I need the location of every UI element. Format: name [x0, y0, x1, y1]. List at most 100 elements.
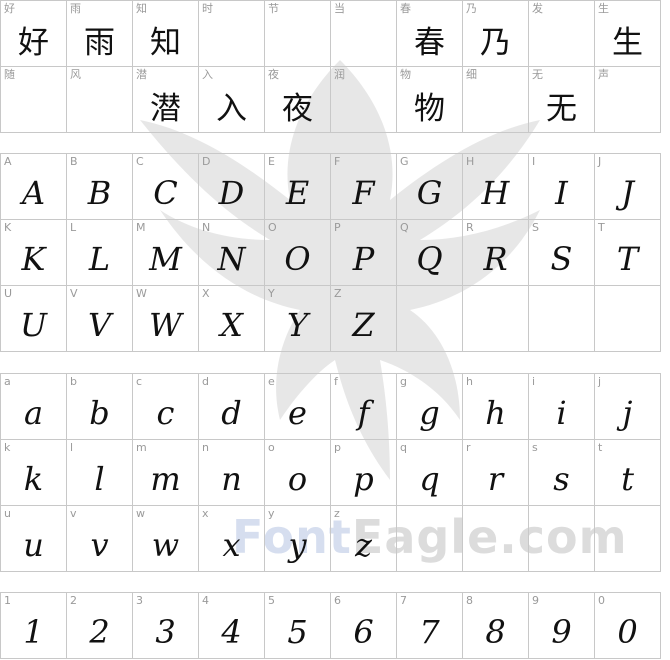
glyph-cell: ii [529, 374, 595, 440]
glyph-cell: 声 [595, 67, 661, 133]
glyph-sample: I [555, 173, 568, 212]
glyph-cell: jj [595, 374, 661, 440]
glyph-cell: 22 [67, 593, 133, 659]
glyph-sample: 生 [612, 25, 643, 61]
glyph-cell: ll [67, 440, 133, 506]
glyph-sample: 雨 [84, 25, 115, 61]
glyph-cell: 雨雨 [67, 1, 133, 67]
glyph-sample: s [553, 459, 570, 498]
glyph-cell: 55 [265, 593, 331, 659]
glyph-sample: b [89, 393, 110, 432]
glyph-sample: 春 [414, 25, 445, 61]
glyph-sample: r [487, 459, 504, 498]
glyph-sample: J [621, 173, 634, 212]
glyph-sample: x [222, 525, 241, 564]
glyph-cell: WW [133, 286, 199, 352]
glyph-cell [595, 506, 661, 572]
glyph-cell: 发 [529, 1, 595, 67]
glyph-sample: Z [352, 305, 375, 344]
glyph-cell: ww [133, 506, 199, 572]
glyph-cell [529, 286, 595, 352]
glyph-cell: rr [463, 440, 529, 506]
glyph-sample: y [288, 525, 307, 564]
section-chinese-grid: 好好雨雨知知时节当春春乃乃发生生随风潜潜入入夜夜润物物细无无声 [0, 0, 661, 133]
glyph-sample: i [556, 393, 567, 432]
glyph-sample: n [221, 459, 242, 498]
glyph-cell: bb [67, 374, 133, 440]
glyph-cell: CC [133, 154, 199, 220]
glyph-sample: g [419, 393, 440, 432]
glyph-cell: YY [265, 286, 331, 352]
glyph-sample: S [550, 239, 573, 278]
glyph-sample: Y [286, 305, 309, 344]
glyph-cell: 时 [199, 1, 265, 67]
glyph-cell [529, 506, 595, 572]
glyph-sample: D [218, 173, 245, 212]
glyph-sample: k [23, 459, 44, 498]
glyph-sample [595, 79, 660, 132]
section-digits-grid: 11223344556677889900 [0, 592, 661, 659]
glyph-cell: 33 [133, 593, 199, 659]
glyph-cell: uu [1, 506, 67, 572]
glyph-sample: T [616, 239, 639, 278]
glyph-sample: d [221, 393, 242, 432]
glyph-cell: kk [1, 440, 67, 506]
glyph-cell: 44 [199, 593, 265, 659]
glyph-sample: A [21, 173, 46, 212]
glyph-sample: 无 [546, 91, 577, 127]
glyph-sample [397, 518, 462, 571]
glyph-sample: Q [416, 239, 443, 278]
section-lowercase-grid: aabbccddeeffgghhiijj kkllmmnnooppqqrrsstt… [0, 373, 661, 572]
glyph-cell: 潜潜 [133, 67, 199, 133]
glyph-cell: 好好 [1, 1, 67, 67]
glyph-cell: MM [133, 220, 199, 286]
glyph-cell: LL [67, 220, 133, 286]
glyph-sample [529, 13, 594, 66]
glyph-sample: l [94, 459, 105, 498]
glyph-cell: 生生 [595, 1, 661, 67]
glyph-sample: 5 [287, 612, 308, 651]
glyph-cell: hh [463, 374, 529, 440]
glyph-sample: U [20, 305, 47, 344]
glyph-cell: ee [265, 374, 331, 440]
glyph-sample: z [355, 525, 372, 564]
glyph-cell: 知知 [133, 1, 199, 67]
glyph-cell [397, 506, 463, 572]
glyph-cell: 节 [265, 1, 331, 67]
glyph-cell: JJ [595, 154, 661, 220]
glyph-cell: 当 [331, 1, 397, 67]
glyph-sample: R [483, 239, 508, 278]
glyph-cell: FF [331, 154, 397, 220]
glyph-sample: W [149, 305, 182, 344]
section-uppercase-grid: AABBCCDDEEFFGGHHIIJJKKLLMMNNOOPPQQRRSSTT… [0, 153, 661, 352]
glyph-cell: PP [331, 220, 397, 286]
glyph-sample: L [88, 239, 111, 278]
glyph-sample: 0 [617, 612, 638, 651]
glyph-sample: q [419, 459, 440, 498]
glyph-cell: EE [265, 154, 331, 220]
glyph-cell: 66 [331, 593, 397, 659]
glyph-sample: a [23, 393, 44, 432]
glyph-sample: f [357, 393, 370, 432]
glyph-sample: j [622, 393, 633, 432]
glyph-sample [331, 13, 396, 66]
glyph-cell: vv [67, 506, 133, 572]
glyph-sample [529, 298, 594, 351]
glyph-sample: 物 [414, 91, 445, 127]
glyph-cell: KK [1, 220, 67, 286]
glyph-sample: C [153, 173, 178, 212]
glyph-sample: G [416, 173, 443, 212]
glyph-cell: VV [67, 286, 133, 352]
glyph-cell: NN [199, 220, 265, 286]
glyph-cell: 99 [529, 593, 595, 659]
glyph-sample: B [87, 173, 112, 212]
glyph-sample: t [621, 459, 634, 498]
glyph-cell: 入入 [199, 67, 265, 133]
glyph-sample: m [150, 459, 181, 498]
glyph-sample: e [288, 393, 307, 432]
glyph-sample: w [151, 525, 180, 564]
glyph-cell [595, 286, 661, 352]
glyph-sample [199, 13, 264, 66]
glyph-sample [397, 298, 462, 351]
glyph-cell: 细 [463, 67, 529, 133]
